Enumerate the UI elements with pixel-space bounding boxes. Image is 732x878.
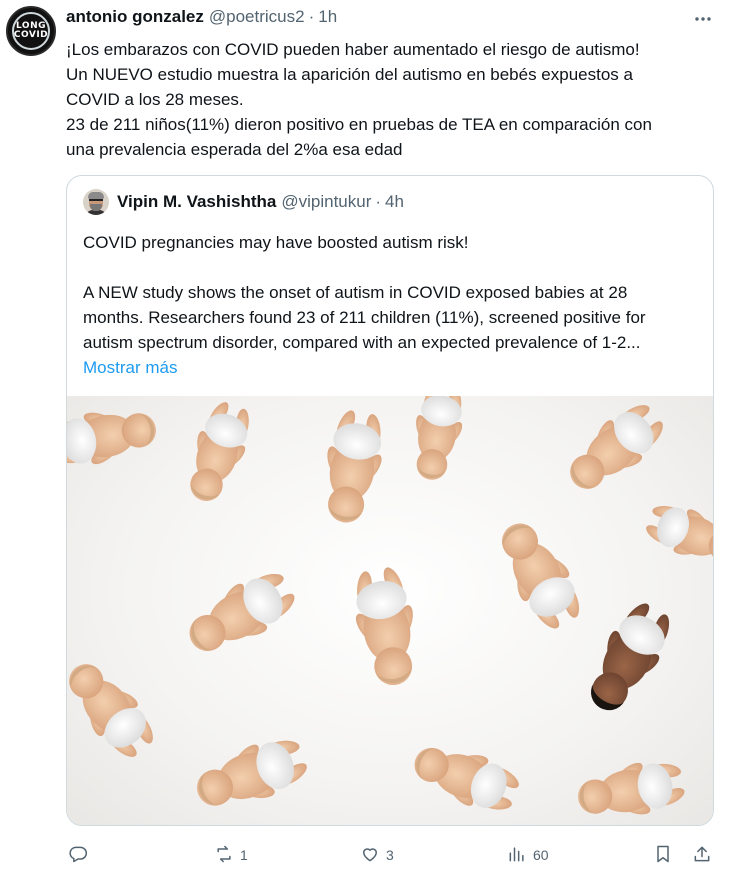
quoted-text-line: months. Researchers found 23 of 211 chil… <box>83 308 646 327</box>
author-display-name[interactable]: antonio gonzalez <box>66 7 204 27</box>
tweet-text-line: Un NUEVO estudio muestra la aparición de… <box>66 65 633 84</box>
tweet-text-line: ¡Los embarazos con COVID pueden haber au… <box>66 40 640 59</box>
quoted-tweet[interactable]: Vipin M. Vashishtha @vipintukur · 4h COV… <box>66 175 714 826</box>
tweet[interactable]: LONG COVID antonio gonzalez @poetricus2 … <box>0 0 732 878</box>
views-button[interactable]: 60 <box>507 838 549 872</box>
views-count: 60 <box>533 847 549 863</box>
header-separator: · <box>308 7 315 26</box>
tweet-text-line: una prevalencia esperada del 2%a esa eda… <box>66 140 403 159</box>
tweet-timestamp[interactable]: 1h <box>318 7 337 27</box>
avatar-logo-text: LONG COVID <box>13 21 49 40</box>
babies-photo-illustration <box>67 396 713 825</box>
tweet-text: ¡Los embarazos con COVID pueden haber au… <box>66 37 721 162</box>
quoted-tweet-timestamp[interactable]: 4h <box>385 192 404 212</box>
tweet-text-line: 23 de 211 niños(11%) dieron positivo en … <box>66 115 652 134</box>
retweet-button[interactable]: 1 <box>214 838 248 872</box>
quoted-tweet-photo[interactable] <box>67 396 713 825</box>
quoted-author-handle[interactable]: @vipintukur <box>281 192 371 212</box>
quoted-tweet-text: COVID pregnancies may have boosted autis… <box>83 230 703 380</box>
author-handle[interactable]: @poetricus2 <box>209 7 305 27</box>
bookmark-button[interactable] <box>653 838 673 872</box>
retweet-icon <box>214 844 234 867</box>
share-icon <box>692 844 712 867</box>
tweet-header: antonio gonzalez @poetricus2 · 1h <box>66 7 337 29</box>
reply-button[interactable] <box>68 838 94 872</box>
author-avatar[interactable]: LONG COVID <box>6 6 56 56</box>
bookmark-icon <box>653 844 673 867</box>
like-count: 3 <box>386 847 394 863</box>
heart-icon <box>360 844 380 867</box>
quoted-author-avatar[interactable] <box>83 189 109 215</box>
quoted-tweet-header: Vipin M. Vashishtha @vipintukur · 4h <box>83 189 404 215</box>
quoted-text-line: A NEW study shows the onset of autism in… <box>83 283 628 302</box>
share-button[interactable] <box>692 838 712 872</box>
quoted-text-line: COVID pregnancies may have boosted autis… <box>83 233 469 252</box>
like-button[interactable]: 3 <box>360 838 394 872</box>
quoted-text-line: autism spectrum disorder, compared with … <box>83 333 641 352</box>
reply-icon <box>68 844 88 867</box>
tweet-text-line: COVID a los 28 meses. <box>66 90 244 109</box>
views-icon <box>507 844 527 867</box>
more-options-icon[interactable] <box>690 6 716 32</box>
tweet-actions: 1 3 60 <box>0 838 732 872</box>
retweet-count: 1 <box>240 847 248 863</box>
quoted-author-display-name[interactable]: Vipin M. Vashishtha <box>117 192 276 212</box>
show-more-link[interactable]: Mostrar más <box>83 355 703 380</box>
quoted-header-separator: · <box>375 192 382 211</box>
